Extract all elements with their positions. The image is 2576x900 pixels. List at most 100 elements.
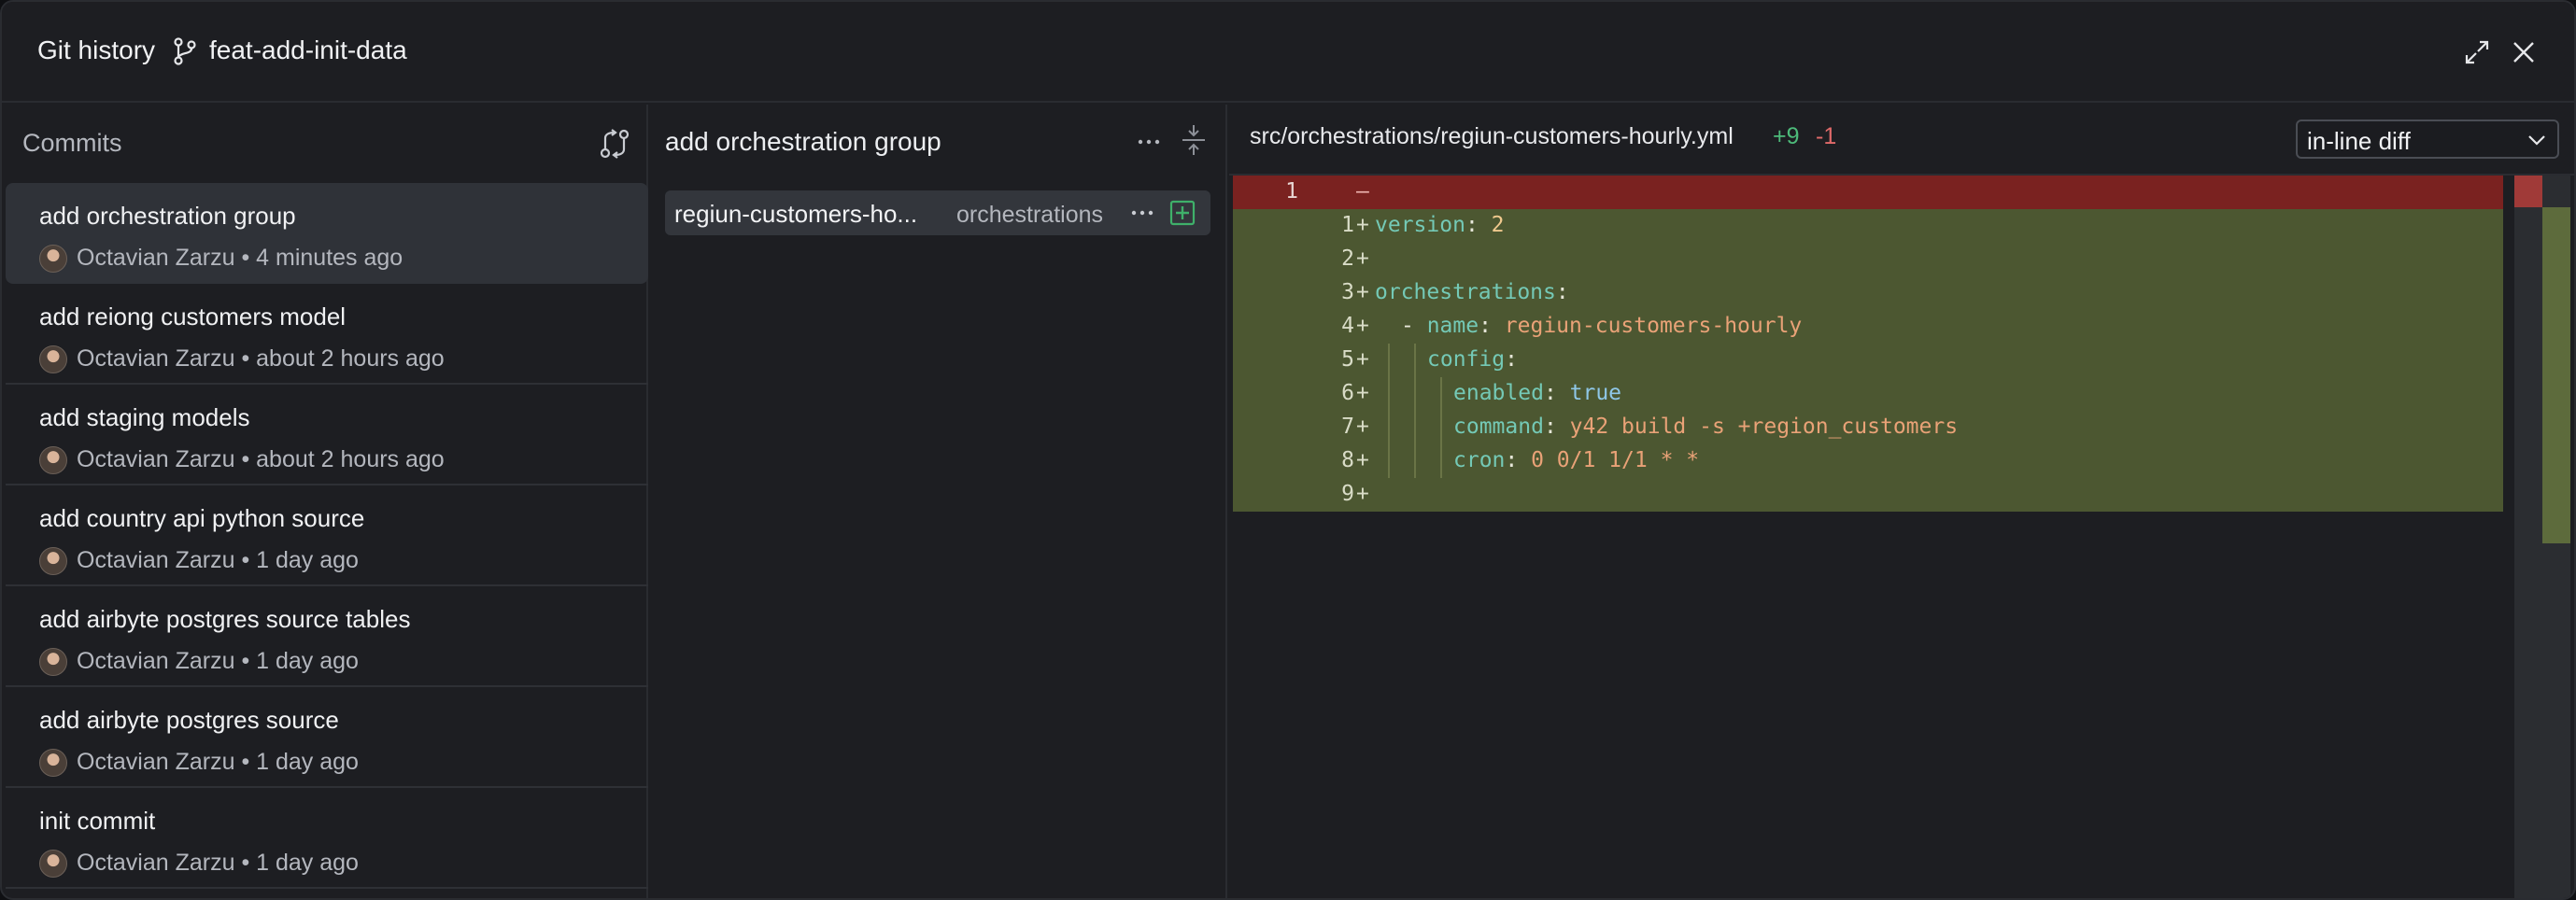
yaml-key: config [1427,347,1506,372]
new-line-number: 1 [1341,213,1354,237]
diff-line-added: 2 + [1233,243,2503,276]
diff-sign: + [1356,482,1369,506]
avatar [39,245,67,273]
code-text: - name: regiun-customers-hourly [1401,314,1803,338]
diff-sign: + [1356,314,1369,338]
yaml-dash: - [1401,314,1427,338]
diff-file-path: src/orchestrations/regiun-customers-hour… [1250,123,1734,149]
diff-sign: + [1356,381,1369,405]
more-options-icon[interactable] [1136,131,1162,153]
selected-commit-title: add orchestration group [665,127,941,156]
diff-mode-select[interactable]: in-line diff [2296,120,2559,159]
window-title: Git history [37,35,156,64]
commit-item[interactable]: add airbyte postgres source Octavian Zar… [6,687,648,788]
indent-guide [1414,444,1416,478]
indent-guide [1440,377,1442,411]
yaml-key: cron [1453,448,1506,472]
file-name: regiun-customers-ho... [674,200,918,228]
commit-message: add airbyte postgres source tables [39,605,411,633]
code-text: version: 2 [1375,213,1505,237]
new-line-number: 6 [1341,381,1354,405]
commits-header: Commits [22,129,122,157]
file-more-icon[interactable] [1130,204,1154,222]
yaml-key: name [1426,314,1479,338]
new-line-number: 2 [1341,246,1354,271]
avatar [39,345,67,373]
commit-item[interactable]: add country api python source Octavian Z… [6,485,648,586]
code-text: config: [1427,347,1518,372]
branch-name: feat-add-init-data [209,35,407,64]
avatar [39,850,67,878]
collapse-icon[interactable] [1181,123,1207,157]
changed-file-item[interactable]: regiun-customers-ho... orchestrations [665,190,1210,235]
yaml-value: true [1569,381,1622,405]
yaml-key: enabled [1453,381,1544,405]
git-history-window: Git history feat-add-init-data Commits a… [0,0,2576,900]
close-icon[interactable] [2511,39,2537,65]
indent-guide [1388,377,1390,411]
diff-sign: + [1356,280,1369,304]
commit-item[interactable]: init commit Octavian Zarzu • 1 day ago [6,788,648,889]
commit-item[interactable]: add airbyte postgres source tables Octav… [6,586,648,687]
diff-sign: + [1356,415,1369,439]
minimap-deletion [2514,176,2542,207]
code-text: command: y42 build -s +region_customers [1453,415,1959,439]
new-line-number: 5 [1341,347,1354,372]
commit-message: init commit [39,807,156,835]
file-folder: orchestrations [956,202,1104,228]
commits-panel: Commits add orchestration group Octavian… [6,105,648,898]
new-line-number: 7 [1341,415,1354,439]
commit-item[interactable]: add reiong customers model Octavian Zarz… [6,284,648,385]
commit-meta: Octavian Zarzu • 1 day ago [77,749,359,775]
new-line-number: 8 [1341,448,1354,472]
diff-line-added: 8 + cron: 0 0/1 1/1 * * [1233,444,2503,478]
diff-line-added: 3 + orchestrations: [1233,276,2503,310]
diff-panel: src/orchestrations/regiun-customers-hour… [1229,105,2574,898]
minimap-addition [2542,207,2570,543]
commit-meta: Octavian Zarzu • 1 day ago [77,648,359,674]
commit-message: add staging models [39,403,250,431]
titlebar: Git history feat-add-init-data [2,2,2574,103]
chevron-down-icon [2528,135,2545,146]
changed-files-panel: add orchestration group regiun-customers… [650,105,1227,898]
commit-message: add country api python source [39,504,365,532]
commit-meta: Octavian Zarzu • about 2 hours ago [77,345,445,372]
compare-commits-icon[interactable] [598,127,631,161]
old-line-number: 1 [1285,179,1298,204]
git-branch-icon [174,37,196,65]
diff-line-added: 9 + [1233,478,2503,512]
new-line-number: 3 [1341,280,1354,304]
code-text: cron: 0 0/1 1/1 * * [1453,448,1700,472]
yaml-value: 2 [1491,213,1505,237]
commit-item[interactable]: add orchestration group Octavian Zarzu •… [6,183,648,284]
additions-count: +9 [1773,123,1800,149]
commit-message: add orchestration group [39,202,296,230]
diff-line-added: 5 + config: [1233,344,2503,377]
new-line-number: 4 [1341,314,1354,338]
commit-message: add reiong customers model [39,302,347,330]
commit-meta: Octavian Zarzu • 4 minutes ago [77,245,403,271]
yaml-value: regiun-customers-hourly [1504,314,1803,338]
indent-guide [1414,344,1416,377]
indent-guide [1440,444,1442,478]
code-text: orchestrations: [1375,280,1569,304]
avatar [39,648,67,676]
indent-guide [1440,411,1442,444]
diff-minimap[interactable] [2514,176,2570,898]
diff-sign: + [1356,246,1369,271]
indent-guide [1388,344,1390,377]
diff-line-added: 4 + - name: regiun-customers-hourly [1233,310,2503,344]
code-text: enabled: true [1453,381,1622,405]
diff-sign: + [1356,448,1369,472]
diff-sign: + [1356,213,1369,237]
avatar [39,547,67,575]
yaml-value: y42 build -s +region_customers [1569,415,1959,439]
indent-guide [1388,411,1390,444]
diff-line-added: 7 + command: y42 build -s +region_customer… [1233,411,2503,444]
commit-message: add airbyte postgres source [39,706,339,734]
commit-item[interactable]: add staging models Octavian Zarzu • abou… [6,385,648,485]
commit-meta: Octavian Zarzu • 1 day ago [77,547,359,573]
expand-icon[interactable] [2464,39,2490,65]
commit-list: add orchestration group Octavian Zarzu •… [6,183,648,889]
diff-mode-value: in-line diff [2307,127,2411,155]
